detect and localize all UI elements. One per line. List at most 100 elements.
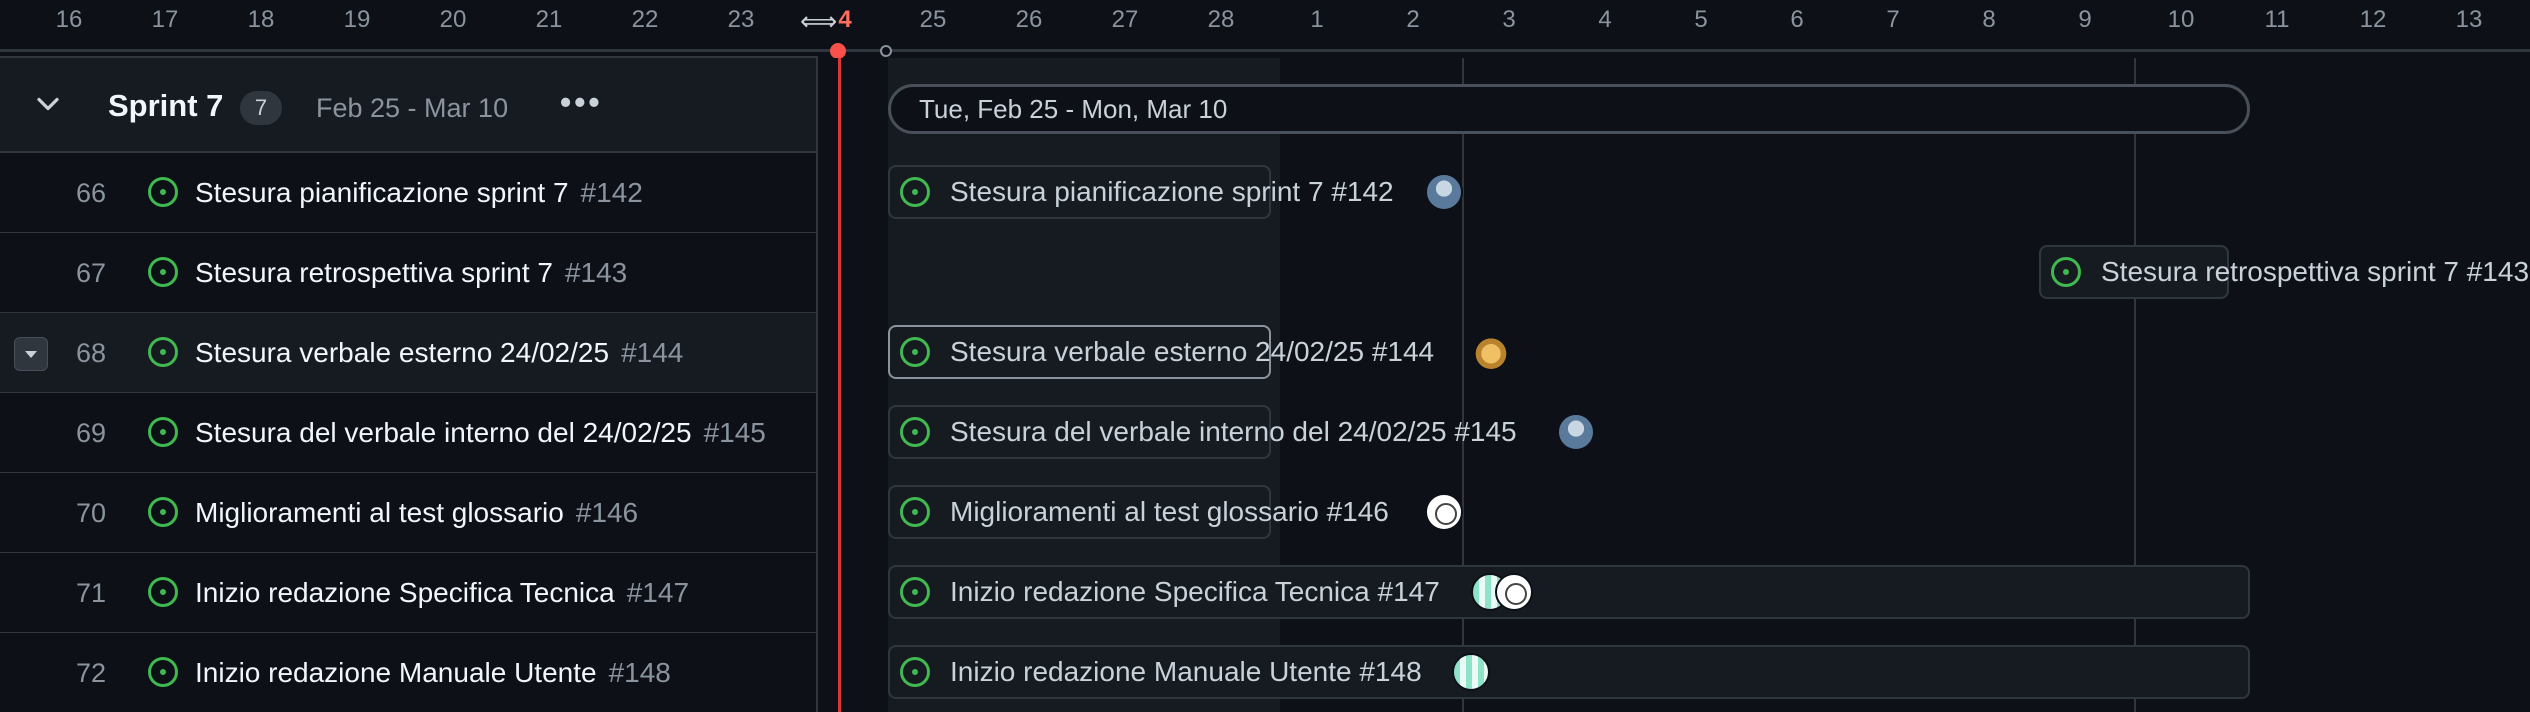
date-tick: 2 <box>1406 6 1420 33</box>
date-tick: 6 <box>1790 6 1804 33</box>
row-title[interactable]: Stesura verbale esterno 24/02/25 #144 <box>195 337 683 369</box>
group-header-sprint: Sprint 7 7 Feb 25 - Mar 10 ••• <box>0 58 816 153</box>
date-tick: 16 <box>55 6 83 33</box>
row-title-text[interactable]: Stesura retrospettiva sprint 7 <box>195 257 553 288</box>
issue-open-icon <box>900 177 930 207</box>
row-ref: #142 <box>580 177 643 208</box>
row-title[interactable]: Stesura pianificazione sprint 7 #142 <box>195 177 643 209</box>
row-ref: #147 <box>626 577 690 608</box>
table-row[interactable]: 69 Stesura del verbale interno del 24/02… <box>0 393 816 473</box>
group-count-badge: 7 <box>240 91 282 125</box>
date-tick: 28 <box>1207 6 1235 33</box>
date-tick: 7 <box>1886 6 1900 33</box>
row-title[interactable]: Stesura retrospettiva sprint 7 #143 <box>195 257 627 289</box>
header-divider <box>0 49 2530 52</box>
row-title[interactable]: Miglioramenti al test glossario #146 <box>195 497 638 529</box>
date-marker-handle[interactable] <box>880 45 892 57</box>
row-number: 70 <box>75 498 106 528</box>
issue-open-icon <box>900 337 930 367</box>
date-tick: 19 <box>343 6 371 33</box>
row-ref: #146 <box>575 497 639 528</box>
row-menu-dropdown-icon[interactable] <box>14 337 48 371</box>
timeline-bar-label: Miglioramenti al test glossario #146 <box>950 496 1389 527</box>
avatar[interactable] <box>1495 573 1533 611</box>
table-row[interactable]: 71 Inizio redazione Specifica Tecnica #14… <box>0 553 816 633</box>
issue-open-icon <box>900 497 930 527</box>
table-row[interactable]: 68 Stesura verbale esterno 24/02/25 #144 <box>0 313 816 393</box>
row-title-text[interactable]: Stesura del verbale interno del 24/02/25 <box>195 417 692 448</box>
date-tick: 9 <box>2078 6 2092 33</box>
date-tick: 12 <box>2359 6 2387 33</box>
table-row[interactable]: 72 Inizio redazione Manuale Utente #148 <box>0 633 816 712</box>
sprint-date-range-bar[interactable]: Tue, Feb 25 - Mon, Mar 10 <box>888 84 2250 134</box>
date-tick: 11 <box>2264 6 2290 33</box>
date-tick: 4 <box>1598 6 1612 33</box>
avatar[interactable] <box>1425 173 1463 211</box>
issue-open-icon <box>900 417 930 447</box>
date-tick: 8 <box>1982 6 1996 33</box>
row-title[interactable]: Inizio redazione Specifica Tecnica #147 <box>195 577 689 609</box>
issue-open-icon <box>148 417 178 447</box>
date-tick: 25 <box>919 6 947 33</box>
row-title-text[interactable]: Inizio redazione Manuale Utente <box>195 657 597 688</box>
date-tick: 3 <box>1502 6 1516 33</box>
date-tick: 27 <box>1111 6 1139 33</box>
avatar[interactable] <box>1557 413 1595 451</box>
group-options-button[interactable]: ••• <box>560 84 603 121</box>
date-header: 16 17 18 19 20 21 22 23 ⟺ 4 25 26 27 28 … <box>0 0 2530 59</box>
row-ref: #144 <box>621 337 684 368</box>
date-tick: 23 <box>727 6 755 33</box>
row-title[interactable]: Stesura del verbale interno del 24/02/25… <box>195 417 766 449</box>
group-title: Sprint 7 <box>108 88 224 123</box>
row-number: 67 <box>75 258 106 288</box>
timeline-bar-label: Stesura del verbale interno del 24/02/25… <box>950 416 1517 447</box>
timeline-bar-label: Stesura retrospettiva sprint 7 #143 <box>2101 256 2530 287</box>
timeline-bar-label: Stesura pianificazione sprint 7 #142 <box>950 176 1394 207</box>
today-marker <box>830 43 846 59</box>
today-date-tick: 4 <box>838 6 852 33</box>
issue-open-icon <box>148 577 178 607</box>
date-tick: 26 <box>1015 6 1043 33</box>
row-title-text[interactable]: Miglioramenti al test glossario <box>195 497 564 528</box>
date-tick: 10 <box>2167 6 2195 33</box>
issue-open-icon <box>148 337 178 367</box>
roadmap-view: 16 17 18 19 20 21 22 23 ⟺ 4 25 26 27 28 … <box>0 0 2530 712</box>
row-title-text[interactable]: Inizio redazione Specifica Tecnica <box>195 577 615 608</box>
row-number: 68 <box>75 338 106 368</box>
chevron-down-icon[interactable] <box>30 86 66 122</box>
issue-open-icon <box>148 257 178 287</box>
row-number: 72 <box>75 658 106 688</box>
avatar[interactable] <box>1452 653 1490 691</box>
row-ref: #148 <box>608 657 671 688</box>
row-ref: #143 <box>564 257 628 288</box>
row-title-text[interactable]: Stesura verbale esterno 24/02/25 <box>195 337 609 368</box>
issue-open-icon <box>148 657 178 687</box>
date-tick: 5 <box>1694 6 1708 33</box>
date-tick: 22 <box>631 6 659 33</box>
avatar[interactable] <box>1472 333 1510 371</box>
date-tick: 1 <box>1310 6 1324 33</box>
group-date-range: Feb 25 - Mar 10 <box>316 93 509 123</box>
items-table: Sprint 7 7 Feb 25 - Mar 10 ••• 66 Stesur… <box>0 58 818 712</box>
today-line <box>838 58 841 712</box>
row-number: 66 <box>75 178 106 208</box>
row-ref: #145 <box>703 417 766 448</box>
timeline-bar-label: Inizio redazione Manuale Utente #148 <box>950 656 1422 687</box>
avatar[interactable] <box>1425 493 1463 531</box>
issue-open-icon <box>148 497 178 527</box>
row-title[interactable]: Inizio redazione Manuale Utente #148 <box>195 657 671 689</box>
row-title-text[interactable]: Stesura pianificazione sprint 7 <box>195 177 569 208</box>
issue-open-icon <box>2051 257 2081 287</box>
date-tick: 20 <box>439 6 467 33</box>
table-row[interactable]: 66 Stesura pianificazione sprint 7 #142 <box>0 153 816 233</box>
timeline-bar-label: Inizio redazione Specifica Tecnica #147 <box>950 576 1440 607</box>
row-number: 71 <box>75 578 106 608</box>
issue-open-icon <box>900 577 930 607</box>
date-tick: 17 <box>151 6 179 33</box>
timeline-bar-label: Stesura verbale esterno 24/02/25 #144 <box>950 336 1435 367</box>
table-row[interactable]: 67 Stesura retrospettiva sprint 7 #143 <box>0 233 816 313</box>
timeline-area[interactable]: Tue, Feb 25 - Mon, Mar 10 Stesura pianif… <box>818 58 2530 712</box>
date-tick: 18 <box>247 6 275 33</box>
table-row[interactable]: 70 Miglioramenti al test glossario #146 <box>0 473 816 553</box>
date-tick: 13 <box>2455 6 2483 33</box>
